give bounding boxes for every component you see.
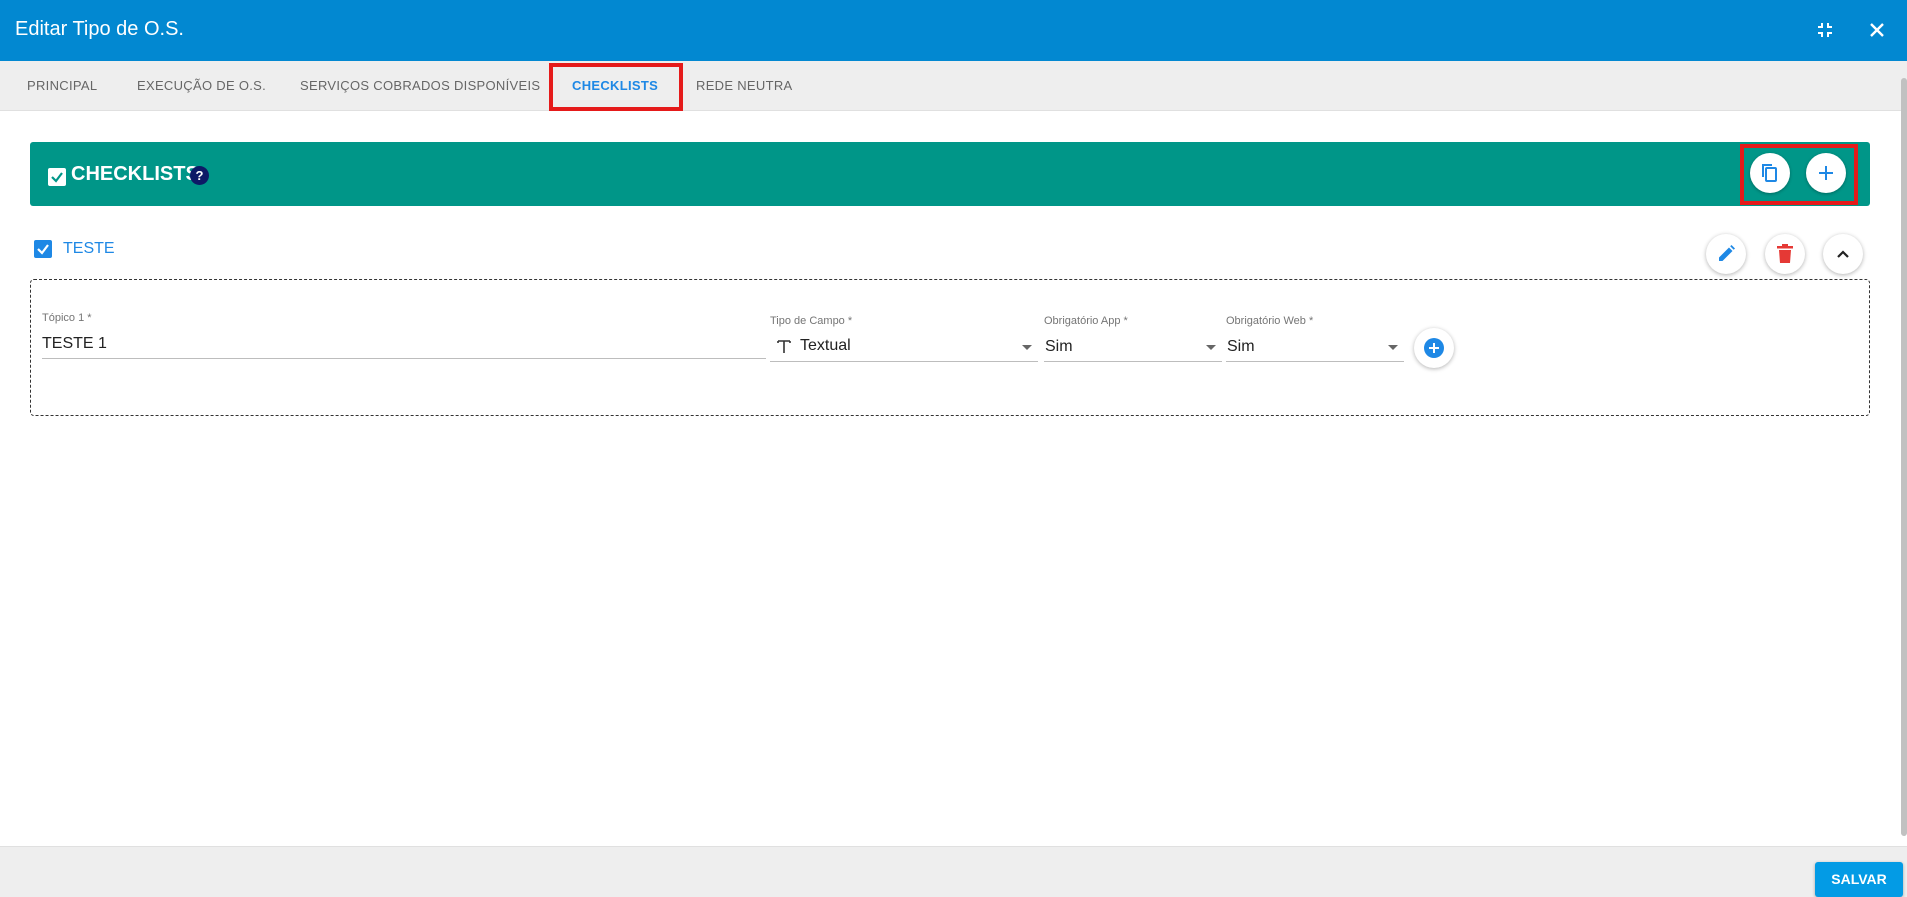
tab-principal[interactable]: PRINCIPAL: [27, 61, 97, 111]
checkbox-icon: [48, 168, 66, 186]
close-icon[interactable]: [1862, 15, 1892, 45]
field-type-underline: [770, 361, 1038, 362]
delete-icon: [1777, 244, 1793, 264]
collapse-up-icon: [1836, 249, 1850, 259]
chevron-down-icon: [1022, 345, 1032, 350]
tab-execucao[interactable]: EXECUÇÃO DE O.S.: [137, 61, 266, 111]
tab-bar: PRINCIPAL EXECUÇÃO DE O.S. SERVIÇOS COBR…: [0, 61, 1907, 111]
collapse-icon[interactable]: [1810, 15, 1840, 45]
required-web-underline: [1226, 361, 1404, 362]
dialog-footer: [0, 846, 1907, 897]
text-type-icon: [776, 338, 792, 354]
tab-rede-neutra[interactable]: REDE NEUTRA: [696, 61, 792, 111]
dialog-titlebar: Editar Tipo de O.S.: [0, 0, 1907, 61]
delete-checklist-button[interactable]: [1765, 234, 1805, 274]
edit-icon: [1716, 244, 1736, 264]
add-circle-icon: [1424, 338, 1444, 358]
chevron-down-icon: [1206, 345, 1216, 350]
required-web-label: Obrigatório Web *: [1226, 315, 1314, 327]
required-app-underline: [1044, 361, 1222, 362]
add-topic-button[interactable]: [1414, 328, 1454, 368]
save-button[interactable]: SALVAR: [1815, 862, 1903, 897]
topic-field[interactable]: Tópico 1 * TESTE 1: [42, 312, 766, 360]
checklist-checkbox[interactable]: [34, 240, 52, 258]
required-web-select[interactable]: Obrigatório Web * Sim: [1226, 315, 1404, 363]
required-app-value: Sim: [1045, 338, 1073, 355]
dialog-title: Editar Tipo de O.S.: [15, 18, 184, 40]
edit-checklist-button[interactable]: [1706, 234, 1746, 274]
topic-field-underline: [42, 358, 766, 359]
field-type-value: Textual: [800, 337, 851, 354]
tab-servicos-cobrados[interactable]: SERVIÇOS COBRADOS DISPONÍVEIS: [300, 61, 540, 111]
checklist-title[interactable]: TESTE: [63, 240, 115, 258]
checklists-section-header: CHECKLISTS ?: [30, 142, 1870, 206]
required-app-select[interactable]: Obrigatório App * Sim: [1044, 315, 1222, 363]
field-type-label: Tipo de Campo *: [770, 315, 853, 327]
header-actions-highlight-box: [1740, 144, 1858, 205]
tab-highlight-box: [549, 63, 683, 111]
section-title: CHECKLISTS: [71, 163, 199, 185]
field-type-select[interactable]: Tipo de Campo * Textual: [770, 315, 1038, 363]
vertical-scrollbar[interactable]: [1901, 78, 1907, 836]
required-app-label: Obrigatório App *: [1044, 315, 1128, 327]
topic-field-label: Tópico 1 *: [42, 312, 92, 324]
chevron-down-icon: [1388, 345, 1398, 350]
collapse-checklist-button[interactable]: [1823, 234, 1863, 274]
help-icon[interactable]: ?: [190, 166, 209, 185]
required-web-value: Sim: [1227, 338, 1255, 355]
topic-field-value[interactable]: TESTE 1: [42, 335, 107, 353]
